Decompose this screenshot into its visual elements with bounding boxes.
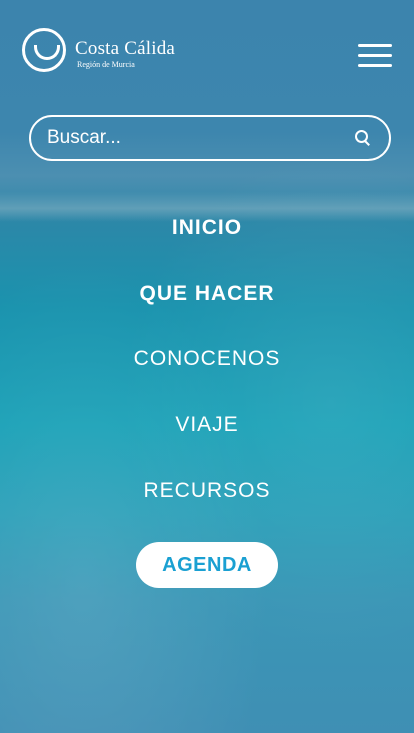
search-input[interactable]: [47, 127, 353, 149]
nav-item-viaje[interactable]: VIAJE: [0, 413, 414, 437]
nav-item-inicio[interactable]: INICIO: [0, 216, 414, 240]
agenda-button[interactable]: AGENDA: [136, 542, 278, 588]
search-icon[interactable]: [353, 128, 373, 148]
nav-item-que-hacer[interactable]: QUE HACER: [0, 282, 414, 306]
brand-logo[interactable]: Costa Cálida Región de Murcia: [22, 28, 175, 72]
hamburger-menu-icon-line: [358, 64, 392, 67]
nav-item-conocenos[interactable]: CONOCENOS: [0, 347, 414, 371]
brand-text: Costa Cálida Región de Murcia: [75, 39, 175, 71]
hamburger-menu-button[interactable]: [358, 44, 392, 68]
brand-title: Costa Cálida: [75, 38, 176, 59]
hamburger-menu-icon-line: [358, 54, 392, 57]
header: Costa Cálida Región de Murcia: [0, 0, 414, 110]
smile-logo-icon: [22, 28, 66, 72]
search-bar: [29, 115, 391, 161]
brand-subtitle: Región de Murcia: [77, 60, 135, 69]
nav-item-recursos[interactable]: RECURSOS: [0, 479, 414, 503]
hamburger-menu-icon: [358, 44, 392, 47]
